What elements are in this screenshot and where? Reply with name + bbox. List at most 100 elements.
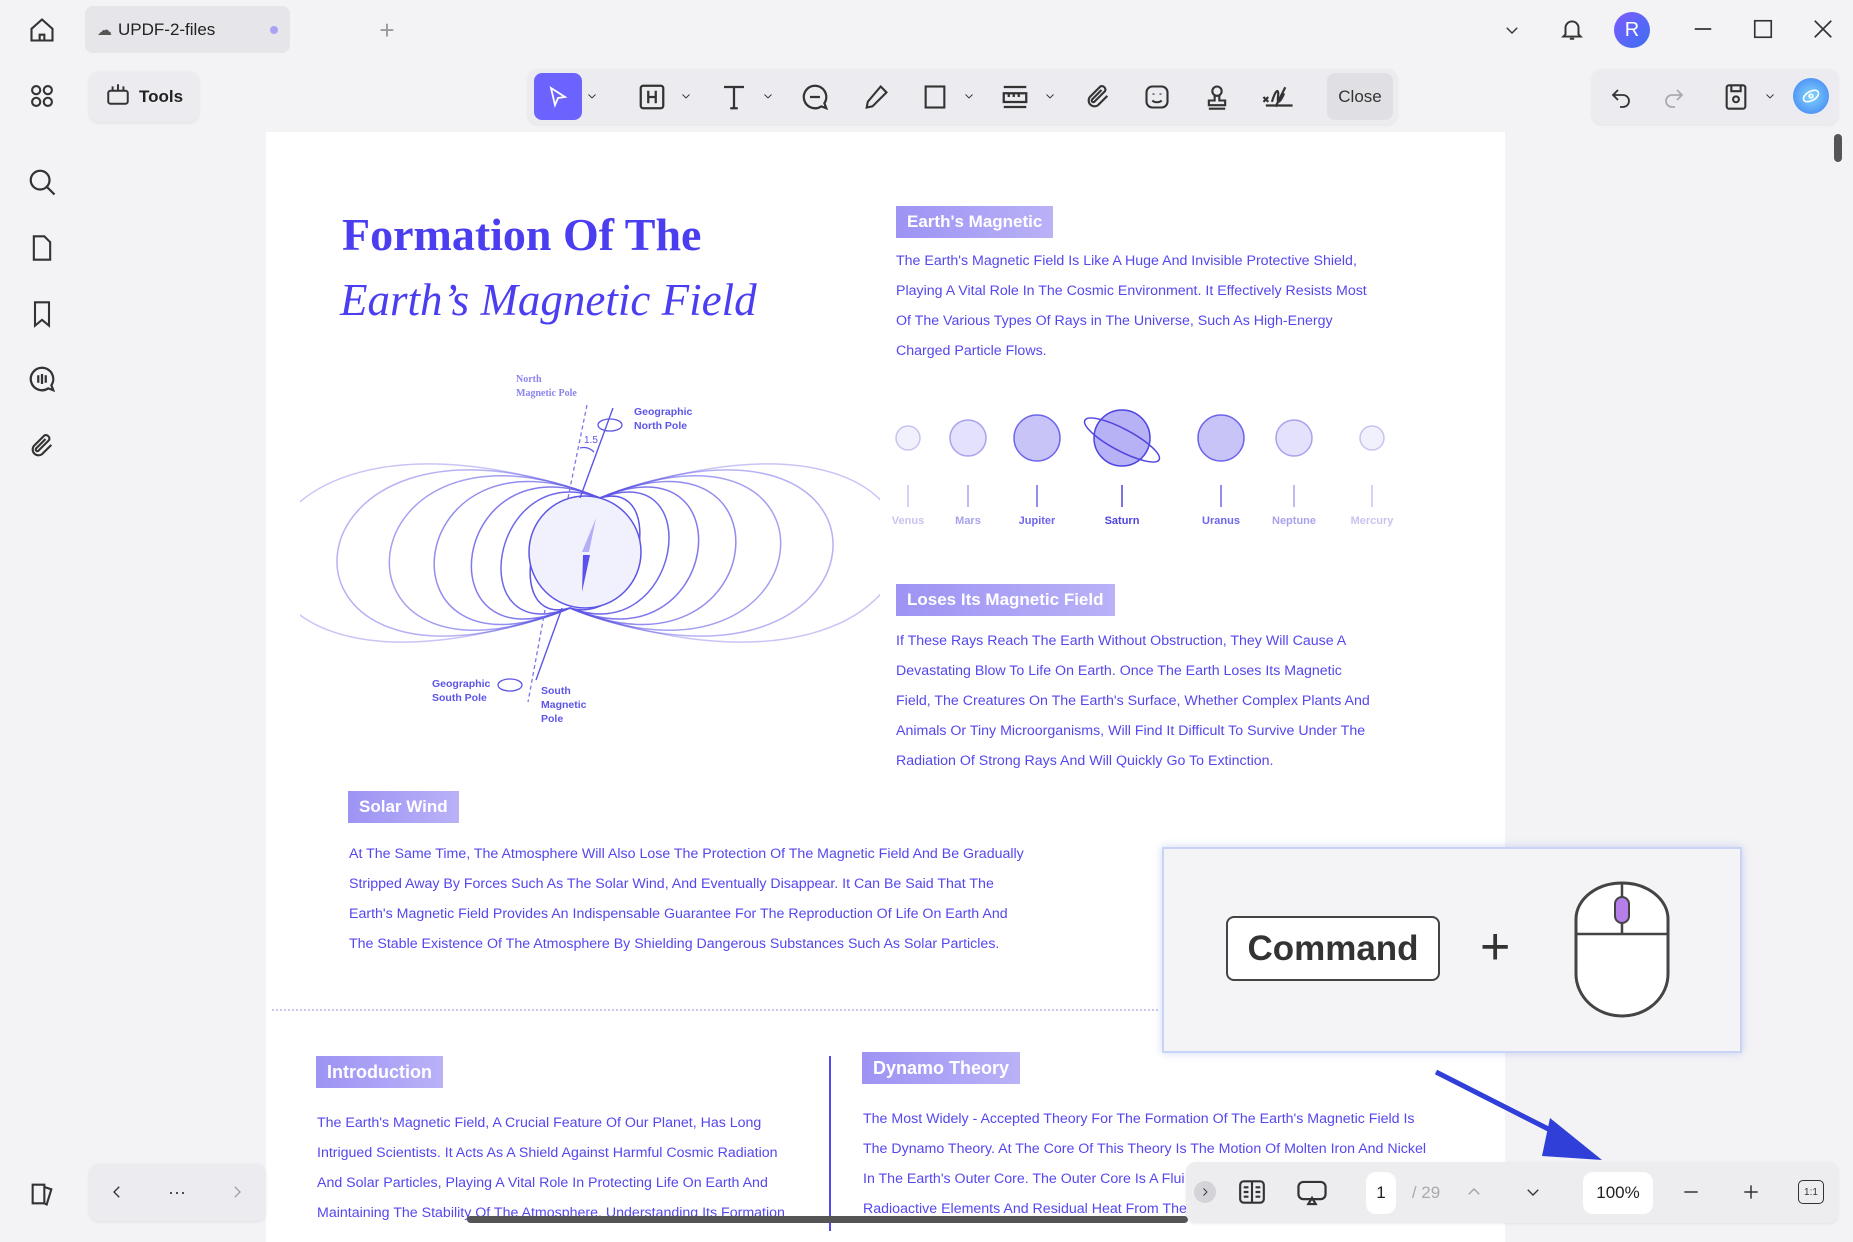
geographic-north-label: Geographic: [634, 406, 693, 418]
page-up-icon[interactable]: [1460, 1178, 1488, 1206]
minimize-icon[interactable]: [1688, 14, 1718, 44]
unsaved-dot: [270, 26, 278, 34]
pages-icon[interactable]: [22, 230, 62, 266]
page-title-line1: Formation Of The: [342, 209, 702, 260]
document-tab[interactable]: ☁ UPDF-2-files: [85, 6, 290, 53]
zoom-out-icon[interactable]: [1676, 1178, 1706, 1206]
select-dropdown-icon[interactable]: [584, 86, 600, 106]
text-line: Earth's Magnetic Field Provides An Indis…: [349, 906, 1008, 922]
comments-icon[interactable]: [22, 361, 62, 397]
planet-label: Jupiter: [1019, 515, 1056, 527]
signature-tool-icon[interactable]: [1257, 78, 1299, 116]
south-magnetic-label: South: [541, 685, 571, 697]
south-magnetic-label-3: Pole: [541, 713, 563, 725]
text-line: The Stable Existence Of The Atmosphere B…: [349, 936, 1000, 952]
column-divider: [829, 1056, 831, 1231]
measure-tool-icon[interactable]: [996, 78, 1034, 116]
section-divider: [272, 1009, 1158, 1011]
redo-icon[interactable]: [1657, 80, 1691, 114]
new-tab-icon[interactable]: +: [372, 14, 402, 46]
introduction-heading: Introduction: [316, 1056, 443, 1088]
actual-size-button[interactable]: 1:1: [1798, 1180, 1824, 1204]
attach-tool-icon[interactable]: [1079, 78, 1117, 116]
expand-chevron-icon[interactable]: [1194, 1181, 1216, 1203]
layers-icon[interactable]: [22, 1176, 62, 1212]
chevron-down-icon[interactable]: [1498, 16, 1526, 44]
text-line: If These Rays Reach The Earth Without Ob…: [896, 633, 1347, 649]
pointer-arrow: [1434, 1069, 1602, 1160]
text-line: Radiation Of Strong Rays And Will Quickl…: [896, 753, 1274, 769]
text-dropdown-icon[interactable]: [760, 86, 776, 106]
search-icon[interactable]: [22, 164, 62, 200]
magnetic-field-diagram: 1.5 North Magnetic Pole Geographic North…: [300, 374, 880, 725]
text-line: Maintaining The Stability Of The Atmosph…: [317, 1205, 785, 1221]
close-window-icon[interactable]: [1808, 14, 1838, 44]
horizontal-scrollbar[interactable]: [467, 1216, 1188, 1223]
bell-icon[interactable]: [1557, 12, 1587, 46]
shape-dropdown-icon[interactable]: [961, 86, 977, 106]
south-magnetic-label-2: Magnetic: [541, 699, 587, 711]
page-title-line2: Earth’s Magnetic Field: [340, 275, 757, 325]
planet-label: Venus: [892, 515, 924, 527]
apps-grid-icon[interactable]: [22, 78, 62, 114]
text-line: Stripped Away By Forces Such As The Sola…: [349, 876, 994, 892]
text-line: At The Same Time, The Atmosphere Will Al…: [349, 846, 1024, 862]
planet-neptune: [1275, 419, 1313, 457]
solar-wind-heading: Solar Wind: [348, 791, 459, 823]
close-toolbar-button[interactable]: Close: [1327, 73, 1393, 120]
previous-icon[interactable]: [104, 1178, 130, 1206]
highlight-dropdown-icon[interactable]: [678, 86, 694, 106]
page-layout-icon[interactable]: [1234, 1176, 1270, 1208]
rotation-arrow-south: [497, 678, 523, 692]
planet-jupiter: [1013, 414, 1061, 462]
planet-label: Uranus: [1202, 515, 1240, 527]
text-line: The Dynamo Theory. At The Core Of This T…: [863, 1141, 1427, 1157]
save-icon[interactable]: [1718, 78, 1754, 116]
shape-tool-icon[interactable]: [916, 78, 954, 116]
text-line: The Most Widely - Accepted Theory For Th…: [863, 1111, 1415, 1127]
text-line: Of The Various Types Of Rays in The Univ…: [896, 313, 1333, 329]
text-tool-icon[interactable]: [716, 78, 752, 116]
planet-label: Saturn: [1105, 515, 1140, 527]
geographic-axis: [579, 407, 614, 499]
save-dropdown-icon[interactable]: [1762, 86, 1778, 106]
zoom-level-input[interactable]: 100%: [1583, 1172, 1653, 1214]
bookmark-icon[interactable]: [22, 296, 62, 332]
shortcut-hint-overlay: Command +: [1162, 847, 1742, 1053]
highlight-tool-icon[interactable]: [634, 78, 670, 116]
text-line: Animals Or Tiny Microorganisms, Will Fin…: [896, 723, 1366, 739]
next-icon[interactable]: [224, 1178, 250, 1206]
text-line: The Earth's Magnetic Field Is Like A Hug…: [896, 253, 1357, 269]
magnetic-axis: [567, 404, 588, 499]
tab-title: UPDF-2-files: [118, 19, 216, 39]
dynamo-theory-heading: Dynamo Theory: [862, 1052, 1021, 1084]
sticker-tool-icon[interactable]: [1138, 78, 1176, 116]
measure-dropdown-icon[interactable]: [1042, 86, 1058, 106]
vertical-scrollbar[interactable]: [1834, 134, 1842, 162]
zoom-in-icon[interactable]: [1736, 1178, 1766, 1206]
text-line: Devastating Blow To Life On Earth. Once …: [896, 663, 1342, 679]
loses-magnetic-field-text: If These Rays Reach The Earth Without Ob…: [896, 626, 1370, 776]
stamp-tool-icon[interactable]: [1198, 78, 1236, 116]
planet-venus: [895, 425, 921, 451]
select-tool-button[interactable]: [534, 73, 582, 120]
page-number-input[interactable]: 1: [1366, 1172, 1396, 1214]
tools-button[interactable]: Tools: [89, 71, 199, 122]
presentation-icon[interactable]: [1292, 1176, 1332, 1210]
page-down-icon[interactable]: [1519, 1178, 1547, 1206]
pencil-tool-icon[interactable]: [857, 78, 895, 116]
earths-magnetic-heading: Earth's Magnetic: [896, 206, 1054, 238]
planet-label: Neptune: [1272, 515, 1316, 527]
command-key: Command: [1226, 916, 1440, 981]
attachment-icon[interactable]: [22, 428, 62, 464]
loses-magnetic-field-heading: Loses Its Magnetic Field: [896, 584, 1115, 616]
ai-assistant-icon[interactable]: [1793, 78, 1829, 114]
comment-tool-icon[interactable]: [796, 78, 834, 116]
avatar[interactable]: R: [1614, 12, 1650, 48]
home-icon[interactable]: [22, 14, 62, 46]
maximize-icon[interactable]: [1748, 14, 1778, 44]
geographic-south-label-2: South Pole: [432, 692, 487, 704]
undo-icon[interactable]: [1604, 80, 1638, 114]
more-icon[interactable]: ···: [160, 1178, 194, 1206]
introduction-text: The Earth's Magnetic Field, A Crucial Fe…: [317, 1108, 785, 1228]
